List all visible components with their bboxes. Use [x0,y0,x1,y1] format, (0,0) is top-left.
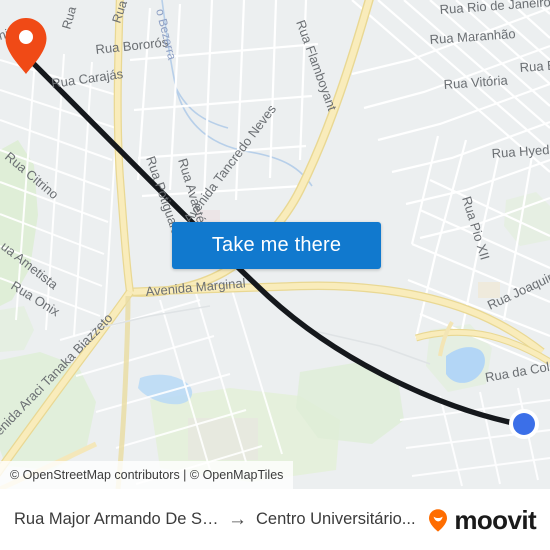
attribution-text: © OpenStreetMap contributors | © OpenMap… [10,468,284,482]
footer-destination-label[interactable]: Centro Universitário... [256,510,416,529]
moovit-wordmark: moovit [454,504,536,535]
map-canvas[interactable]: hiquins Rua Rua Rua Bororós o Bezerra Ru… [0,0,550,489]
moovit-logo[interactable]: moovit [424,504,537,535]
map-attribution: © OpenStreetMap contributors | © OpenMap… [0,461,294,489]
arrow-right-icon: → [228,509,247,530]
take-me-there-button[interactable]: Take me there [172,222,381,269]
moovit-pin-icon [429,508,448,532]
route-footer: Rua Major Armando De Sou... → Centro Uni… [0,489,550,550]
moovit-map-screen: hiquins Rua Rua Rua Bororós o Bezerra Ru… [0,0,550,550]
svg-text:Rua B: Rua B [519,58,550,75]
footer-origin-label[interactable]: Rua Major Armando De Sou... [14,510,219,529]
destination-marker[interactable] [509,409,539,439]
